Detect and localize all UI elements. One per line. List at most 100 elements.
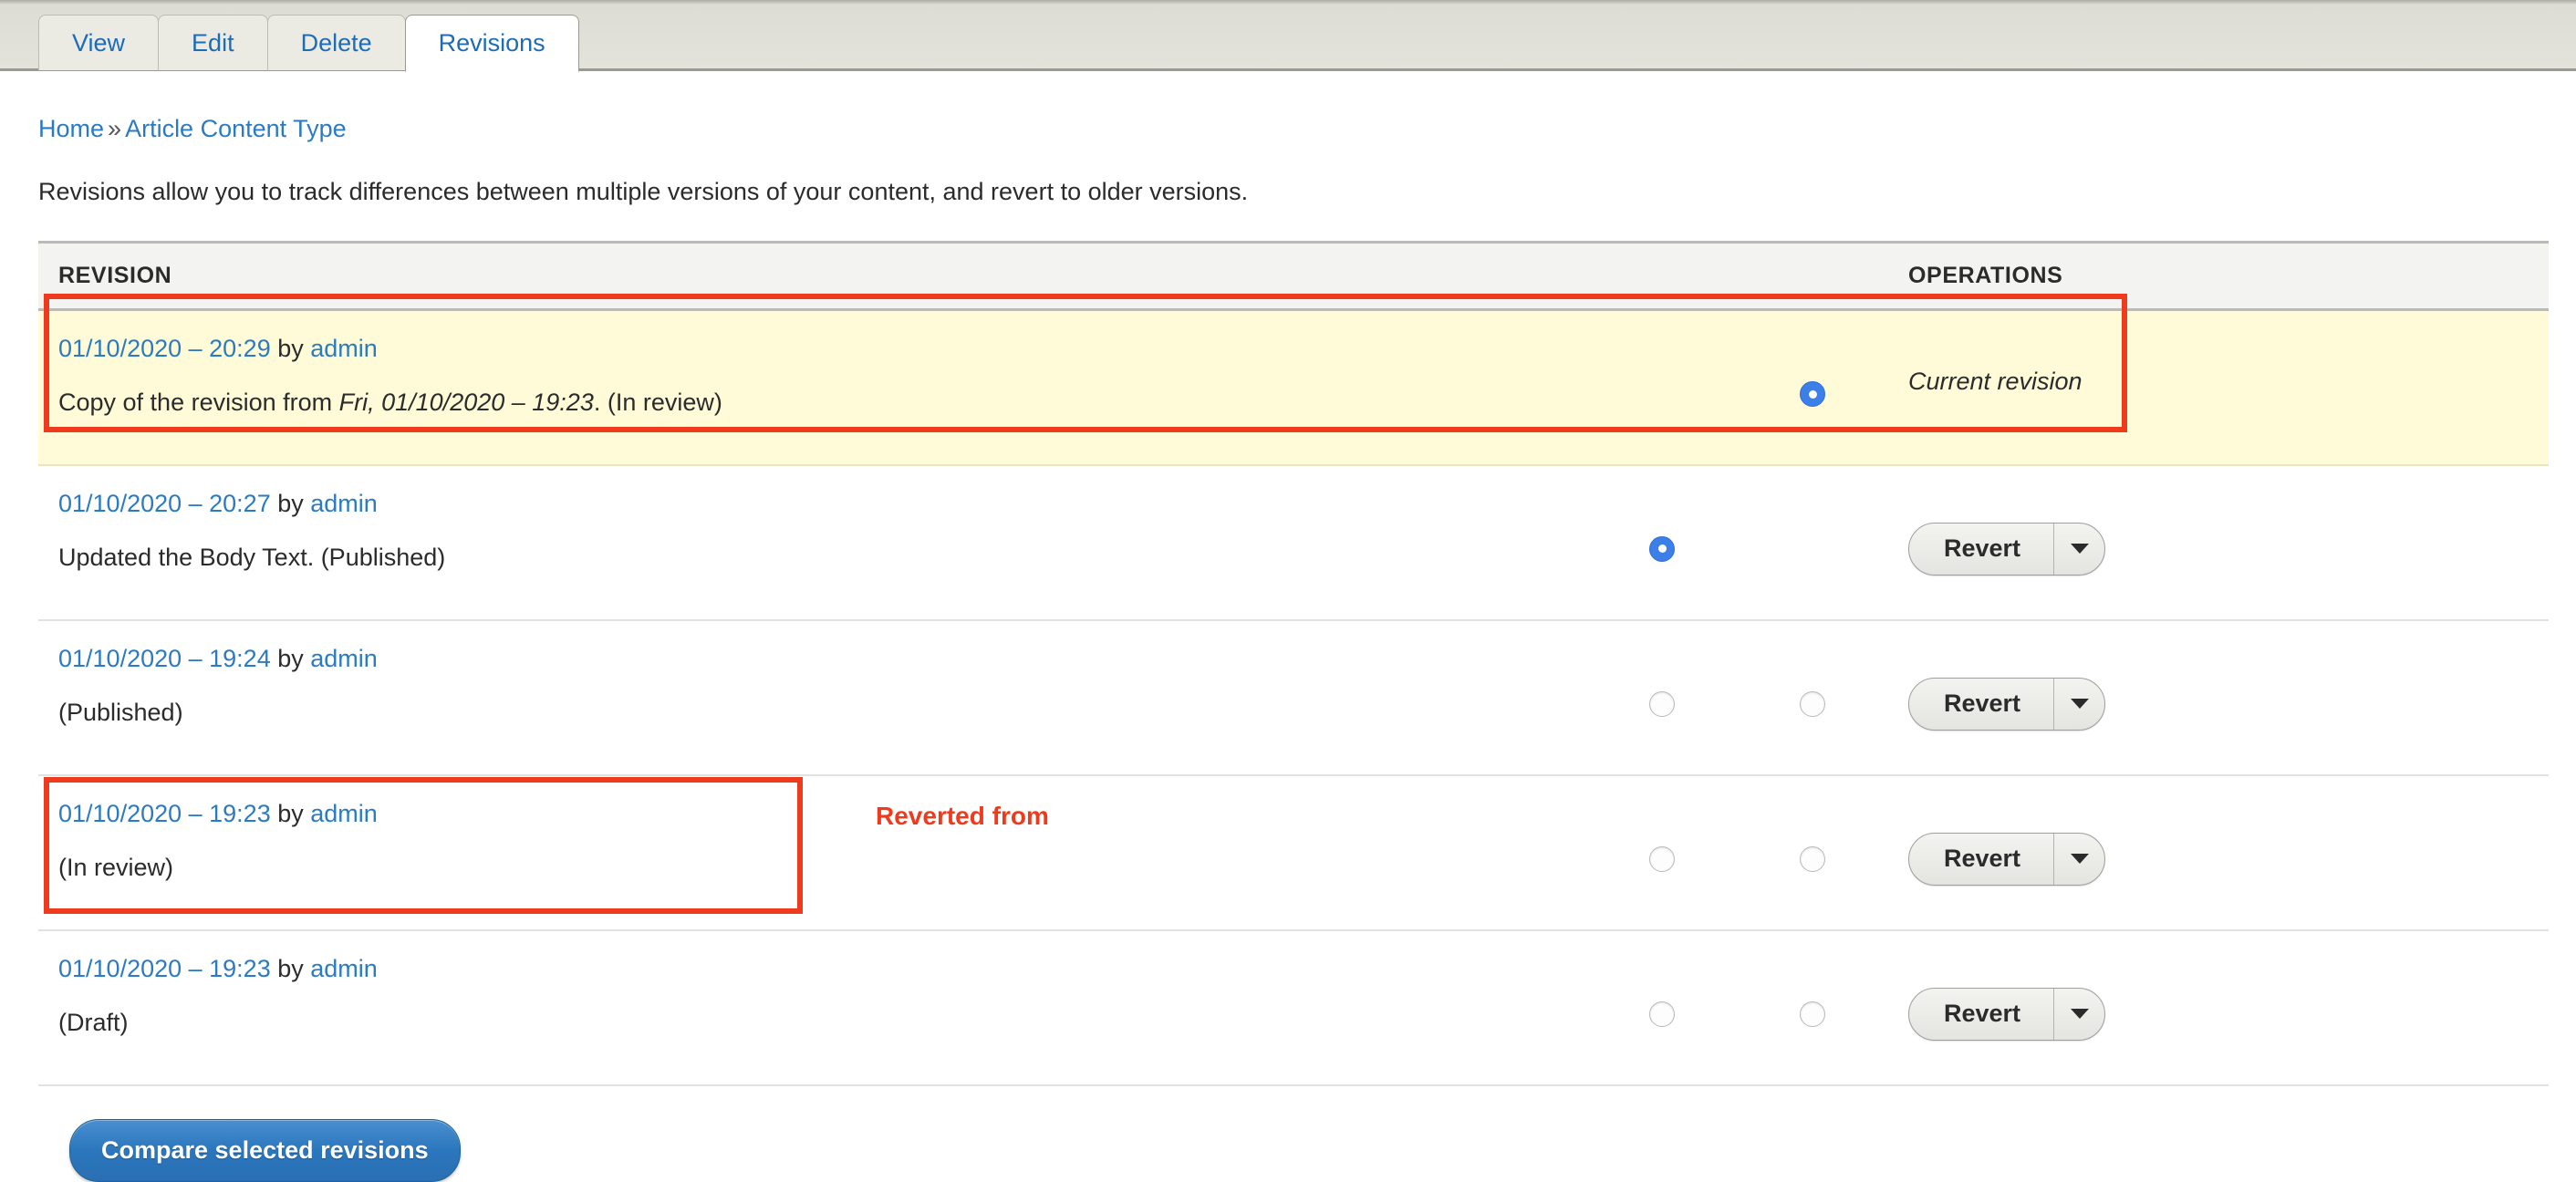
revision-radio-left[interactable] [1649, 845, 1675, 872]
radio-wrapper-right [1744, 776, 1881, 872]
page-content: Home» Article Content Type Revisions allo… [0, 71, 2576, 1182]
revisions-table-body: 01/10/2020 – 20:29 by admin Copy of the … [38, 309, 2549, 1086]
revision-radio-left[interactable] [1649, 690, 1675, 717]
revert-dropbutton[interactable]: Revert [1908, 677, 2106, 731]
revision-cell: 01/10/2020 – 20:27 by admin Updated the … [38, 464, 1580, 621]
revert-dropdown-toggle[interactable] [2053, 678, 2104, 730]
tab-edit[interactable]: Edit [158, 15, 268, 71]
revert-dropbutton[interactable]: Revert [1908, 832, 2106, 886]
chevron-down-icon [2070, 854, 2089, 864]
revision-cell: 01/10/2020 – 20:29 by admin Copy of the … [38, 309, 1580, 466]
revision-author-link[interactable]: admin [310, 645, 378, 672]
revision-meta-line: 01/10/2020 – 19:23 by admin [58, 955, 1580, 983]
revision-date-link[interactable]: 01/10/2020 – 20:27 [58, 490, 271, 517]
table-row: 01/10/2020 – 20:27 by admin Updated the … [38, 464, 2549, 621]
radio-wrapper-right [1744, 621, 1881, 717]
radio-cell-right [1744, 464, 1881, 621]
chevron-down-icon [2070, 699, 2089, 709]
radio-wrapper-left [1580, 776, 1744, 872]
revision-by-text: by [270, 799, 311, 827]
revision-radio-right[interactable] [1800, 845, 1825, 872]
revision-date-link[interactable]: 01/10/2020 – 19:23 [58, 955, 271, 982]
revision-author-link[interactable]: admin [310, 335, 378, 362]
revert-button[interactable]: Revert [1909, 834, 2053, 885]
reverted-from-annotation-label: Reverted from [876, 801, 1049, 830]
tab-delete[interactable]: Delete [266, 15, 406, 71]
revision-log-message: (In review) [58, 853, 174, 881]
operations-cell: Current revision [1881, 309, 2549, 466]
radio-wrapper-right [1744, 466, 1881, 534]
page-description: Revisions allow you to track differences… [38, 178, 1249, 205]
radio-wrapper-right [1744, 311, 1881, 408]
revert-dropdown-toggle[interactable] [2053, 833, 2104, 885]
revision-by-text: by [270, 954, 311, 982]
tab-revisions[interactable]: Revisions [404, 15, 579, 73]
window-top-shadow [0, 0, 2576, 5]
revision-radio-right[interactable] [1800, 690, 1825, 717]
operations-cell: Revert [1881, 464, 2549, 621]
compare-selected-revisions-button[interactable]: Compare selected revisions [69, 1118, 461, 1182]
radio-wrapper-left [1580, 466, 1744, 562]
revision-author-link[interactable]: admin [310, 955, 378, 982]
table-row: 01/10/2020 – 19:23 by admin (In review) … [38, 774, 2549, 931]
revert-dropbutton[interactable]: Revert [1908, 522, 2106, 575]
revision-info: 01/10/2020 – 20:27 by admin Updated the … [38, 466, 1580, 572]
revision-date-link[interactable]: 01/10/2020 – 20:29 [58, 335, 271, 362]
radio-wrapper-right [1744, 931, 1881, 1027]
revision-log-message: (Published) [58, 698, 183, 726]
revision-log-prefix: Copy of the revision from [58, 389, 339, 416]
breadcrumb-link-home[interactable]: Home [38, 115, 104, 142]
table-row: 01/10/2020 – 19:24 by admin (Published) [38, 619, 2549, 776]
revision-by-text: by [270, 489, 311, 517]
revision-author-link[interactable]: admin [310, 490, 378, 517]
table-header-row: REVISION OPERATIONS [38, 241, 2549, 311]
revision-meta-line: 01/10/2020 – 20:27 by admin [58, 490, 1580, 518]
revision-cell: 01/10/2020 – 19:23 by admin (In review) … [38, 774, 1580, 931]
revision-log-message: (Draft) [58, 1008, 129, 1036]
revision-info: 01/10/2020 – 19:23 by admin (In review) … [38, 776, 1580, 882]
revision-log-suffix: . (In review) [593, 389, 722, 416]
primary-tab-bar: View Edit Delete Revisions [0, 0, 2576, 73]
radio-cell-right [1744, 619, 1881, 776]
tab-list: View Edit Delete Revisions [38, 15, 579, 73]
revision-info: 01/10/2020 – 19:23 by admin (Draft) [38, 931, 1580, 1037]
radio-cell-left [1580, 309, 1744, 466]
revision-by-text: by [270, 644, 311, 672]
revision-radio-left[interactable] [1649, 1001, 1675, 1027]
revision-radio-left[interactable] [1649, 535, 1675, 562]
breadcrumb: Home» Article Content Type [38, 115, 2576, 143]
revert-dropbutton[interactable]: Revert [1908, 987, 2106, 1041]
operations-cell: Revert [1881, 774, 2549, 931]
radio-wrapper-left [1580, 311, 1744, 378]
revert-button[interactable]: Revert [1909, 679, 2053, 730]
revisions-table-head: REVISION OPERATIONS [38, 241, 2549, 311]
revision-log-message: Copy of the revision from Fri, 01/10/202… [58, 389, 1580, 417]
radio-cell-left [1580, 929, 1744, 1086]
chevron-down-icon [2070, 544, 2089, 554]
revert-dropdown-toggle[interactable] [2053, 988, 2104, 1040]
form-actions: Compare selected revisions [69, 1118, 2576, 1182]
radio-cell-left [1580, 619, 1744, 776]
revert-button[interactable]: Revert [1909, 989, 2053, 1040]
revision-author-link[interactable]: admin [310, 800, 378, 827]
revert-dropdown-toggle[interactable] [2053, 523, 2104, 575]
revert-button[interactable]: Revert [1909, 524, 2053, 575]
revision-date-link[interactable]: 01/10/2020 – 19:24 [58, 645, 271, 672]
revision-radio-right[interactable] [1800, 1001, 1825, 1027]
revision-log-source-date: Fri, 01/10/2020 – 19:23 [338, 389, 594, 416]
column-header-radio-1 [1580, 241, 1744, 311]
revision-by-text: by [270, 335, 311, 362]
radio-cell-left [1580, 774, 1744, 931]
revision-info: 01/10/2020 – 19:24 by admin (Published) [38, 621, 1580, 727]
revision-radio-right[interactable] [1800, 381, 1825, 408]
revision-date-link[interactable]: 01/10/2020 – 19:23 [58, 800, 271, 827]
tab-view[interactable]: View [38, 15, 160, 71]
revision-meta-line: 01/10/2020 – 19:24 by admin [58, 645, 1580, 673]
operations-wrapper: Revert [1881, 931, 2549, 1041]
revision-cell: 01/10/2020 – 19:23 by admin (Draft) [38, 929, 1580, 1086]
revisions-table: REVISION OPERATIONS 01/10/2020 – 20:29 b… [38, 241, 2549, 1086]
operations-wrapper: Current revision [1881, 311, 2549, 396]
revision-info: 01/10/2020 – 20:29 by admin Copy of the … [38, 311, 1580, 417]
radio-wrapper-left [1580, 931, 1744, 1027]
breadcrumb-link-article-content-type[interactable]: Article Content Type [125, 115, 347, 142]
